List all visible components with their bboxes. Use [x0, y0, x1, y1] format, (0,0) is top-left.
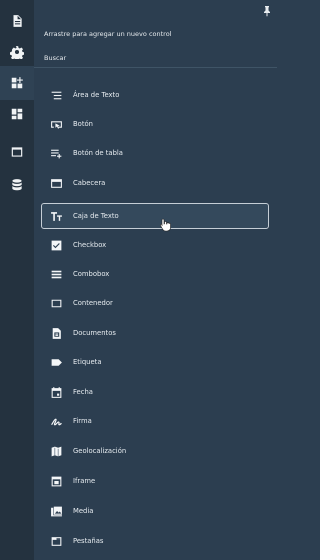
control-label: Geolocalización — [73, 447, 127, 455]
control-etiqueta[interactable]: Etiqueta — [41, 349, 269, 375]
control-label: Documentos — [73, 329, 116, 337]
control-label: Iframe — [73, 477, 96, 485]
control-label: Media — [73, 507, 94, 515]
iframe-icon — [42, 475, 70, 488]
database-icon[interactable] — [0, 168, 34, 202]
control-label: Fecha — [73, 388, 93, 396]
control-area-de-texto[interactable]: Área de Texto — [41, 82, 269, 108]
window-icon[interactable] — [0, 135, 34, 169]
combobox-icon — [42, 268, 70, 281]
table-button-icon — [42, 147, 70, 160]
header-icon — [42, 177, 70, 190]
document-icon[interactable] — [0, 4, 34, 38]
control-checkbox[interactable]: Checkbox — [41, 232, 269, 258]
control-pestanas[interactable]: Pestañas — [41, 528, 269, 554]
control-boton[interactable]: Botón — [41, 111, 269, 137]
control-contenedor[interactable]: Contenedor — [41, 290, 269, 316]
control-label: Pestañas — [73, 537, 104, 545]
control-boton-de-tabla[interactable]: Botón de tabla — [41, 140, 269, 166]
search-underline — [34, 67, 277, 68]
tabs-icon — [42, 535, 70, 548]
controls-panel: Arrastre para agregar un nuevo control Á… — [34, 0, 277, 560]
text-lines-icon — [42, 89, 70, 102]
dashboard-icon[interactable] — [0, 97, 34, 131]
control-iframe[interactable]: Iframe — [41, 468, 269, 494]
control-label: Contenedor — [73, 299, 113, 307]
control-label: Checkbox — [73, 241, 107, 249]
control-label: Firma — [73, 417, 92, 425]
control-cabecera[interactable]: Cabecera — [41, 170, 269, 196]
control-label: Botón — [73, 120, 93, 128]
control-caja-de-texto[interactable]: Caja de Texto — [41, 203, 269, 229]
control-label: Combobox — [73, 270, 110, 278]
media-icon — [42, 505, 70, 518]
map-icon — [42, 445, 70, 458]
pin-icon[interactable] — [261, 2, 273, 17]
control-label: Área de Texto — [73, 91, 120, 99]
button-icon — [42, 118, 70, 131]
hand-cursor-icon — [159, 217, 171, 232]
control-documentos[interactable]: Documentos — [41, 320, 269, 346]
documents-icon — [42, 327, 70, 340]
control-combobox[interactable]: Combobox — [41, 261, 269, 287]
label-icon — [42, 356, 70, 369]
add-widget-icon[interactable] — [0, 66, 34, 100]
control-media[interactable]: Media — [41, 498, 269, 524]
gear-icon[interactable] — [0, 35, 34, 69]
control-label: Botón de tabla — [73, 149, 123, 157]
left-toolbar — [0, 0, 35, 560]
control-label: Caja de Texto — [73, 212, 119, 220]
container-icon — [42, 297, 70, 310]
text-box-icon — [42, 210, 70, 223]
control-label: Cabecera — [73, 179, 106, 187]
control-fecha[interactable]: Fecha — [41, 379, 269, 405]
drag-hint: Arrastre para agregar un nuevo control — [44, 30, 172, 38]
calendar-icon — [42, 386, 70, 399]
control-label: Etiqueta — [73, 358, 102, 366]
checkbox-icon — [42, 239, 70, 252]
signature-icon — [42, 415, 70, 428]
control-firma[interactable]: Firma — [41, 408, 269, 434]
search-input[interactable] — [44, 51, 264, 65]
control-geolocalizacion[interactable]: Geolocalización — [41, 438, 269, 464]
